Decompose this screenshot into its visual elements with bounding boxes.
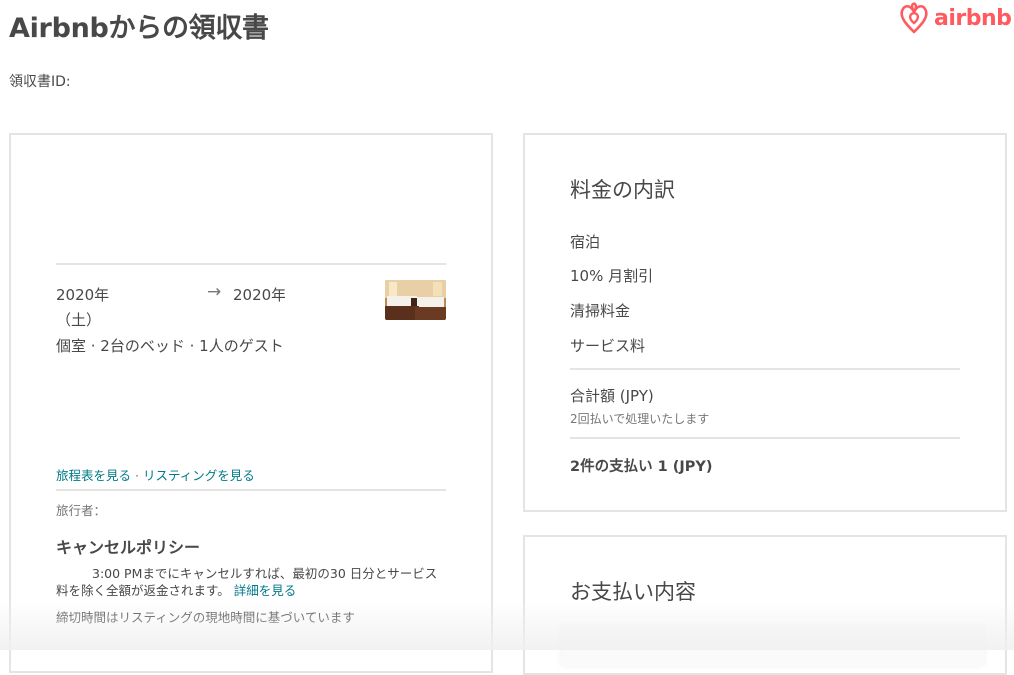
bedroom-image <box>385 280 446 320</box>
itinerary-link[interactable]: 旅程表を見る <box>56 468 131 483</box>
listing-thumbnail[interactable] <box>385 280 446 320</box>
installments-label: 2件の支払い 1 (JPY) <box>570 459 713 475</box>
cancellation-policy-text: 3:00 PMまでにキャンセルすれば、最初の30 日分とサービス料を除く全額が返… <box>56 565 448 599</box>
reservation-card: 2020年 （土） → 2020年 個室 · 2台のベッド · 1人のゲスト 旅… <box>9 133 493 673</box>
right-arrow-icon: → <box>207 282 222 302</box>
traveler-label: 旅行者： <box>56 503 107 518</box>
check-out-date: 2020年 <box>233 286 285 304</box>
listing-link[interactable]: リスティングを見る <box>143 468 255 483</box>
check-in-date: 2020年 <box>56 286 110 304</box>
reservation-links: 旅程表を見る · リスティングを見る <box>56 465 255 484</box>
airbnb-logo[interactable]: airbnb <box>898 1 1012 35</box>
total-note: 2回払いで処理いたします <box>570 412 710 426</box>
cutoff-note: 締切時間はリスティングの現地時間に基づいています <box>56 610 355 625</box>
details-link[interactable]: 詳細を見る <box>234 583 297 598</box>
divider <box>56 489 446 491</box>
page-title: Airbnbからの領収書 <box>9 13 269 44</box>
total-label: 合計額 (JPY) <box>570 387 654 405</box>
divider <box>56 263 446 265</box>
price-breakdown-title: 料金の内訳 <box>570 178 675 202</box>
price-item-service-fee: サービス料 <box>570 337 646 355</box>
price-breakdown-card: 料金の内訳 宿泊 10% 月割引 清掃料金 サービス料 合計額 (JPY) 2回… <box>523 133 1007 512</box>
price-item-cleaning-fee: 清掃料金 <box>570 302 631 320</box>
check-in-weekday: （土） <box>56 311 102 329</box>
price-item-lodging: 宿泊 <box>570 233 601 251</box>
price-item-monthly-discount: 10% 月割引 <box>570 267 654 285</box>
payment-title: お支払い内容 <box>570 580 696 604</box>
payment-details-box <box>561 626 984 666</box>
room-description: 個室 · 2台のベッド · 1人のゲスト <box>56 337 284 355</box>
airbnb-belo-icon <box>900 2 928 34</box>
divider <box>570 368 960 370</box>
payment-card: お支払い内容 <box>523 535 1007 675</box>
logo-wordmark: airbnb <box>934 5 1012 31</box>
divider <box>570 437 960 439</box>
receipt-id-label: 領収書ID: <box>9 74 71 90</box>
link-separator: · <box>135 468 139 483</box>
cancellation-policy-title: キャンセルポリシー <box>56 538 201 557</box>
